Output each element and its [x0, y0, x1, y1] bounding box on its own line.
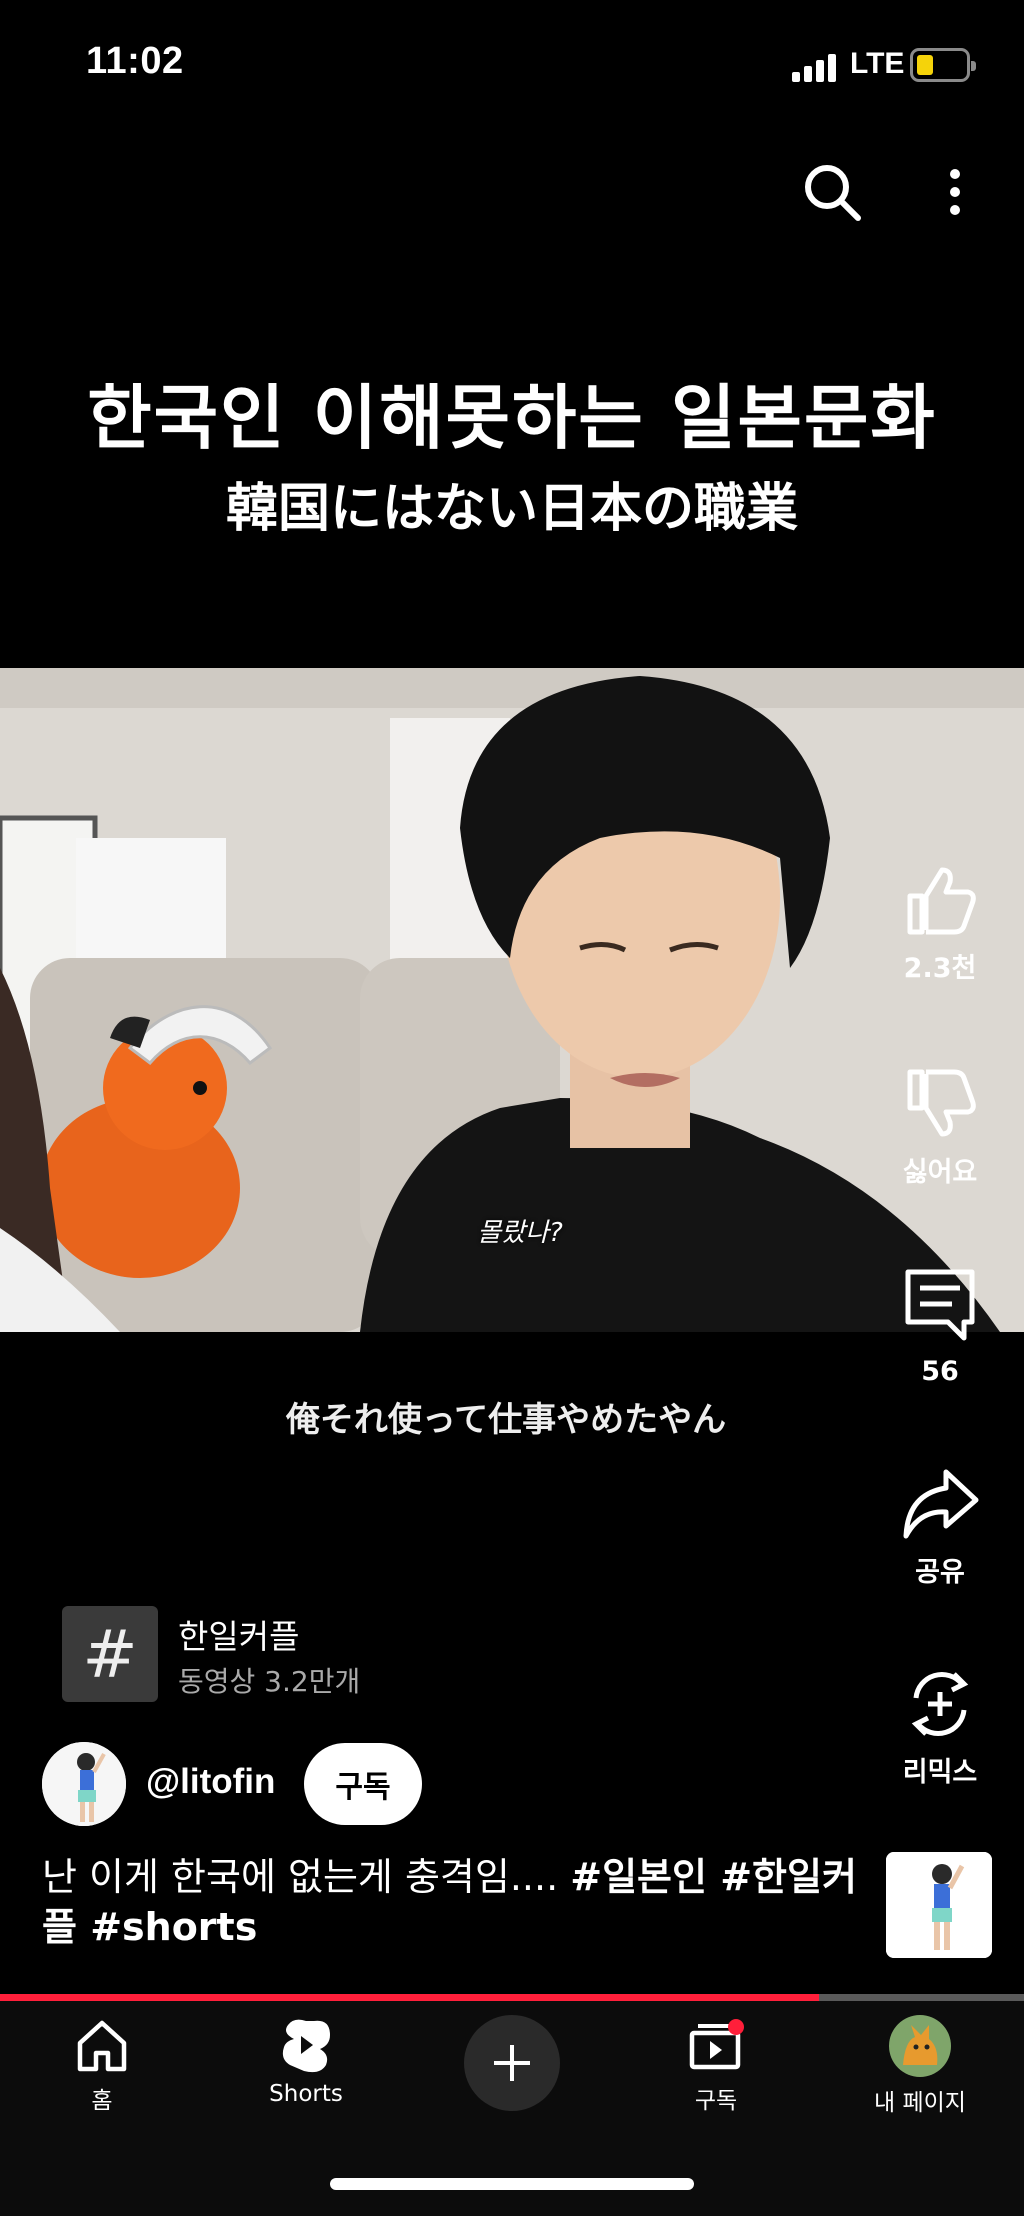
- channel-handle[interactable]: @litofin: [146, 1762, 275, 1802]
- sound-thumbnail[interactable]: [886, 1852, 992, 1958]
- thumbs-down-icon: [907, 1069, 976, 1137]
- hashtag-name[interactable]: 한일커플: [178, 1610, 299, 1658]
- video-subtitle: 俺それ使って仕事やめたやん: [285, 1400, 727, 1440]
- nav-subscriptions[interactable]: 구독: [626, 2015, 806, 2115]
- comment-icon: [905, 1269, 975, 1341]
- in-video-caption: 몰랐나?: [477, 1218, 563, 1248]
- description-text: 난 이게 한국에 없는게 충격임....: [42, 1855, 559, 1899]
- profile-avatar-icon: [889, 2015, 951, 2077]
- network-label: LTE: [850, 47, 905, 80]
- comment-button[interactable]: 56: [880, 1264, 1000, 1387]
- signal-icon: [792, 52, 842, 82]
- nav-my-page-label: 내 페이지: [874, 2090, 966, 2116]
- like-button[interactable]: 2.3천: [880, 860, 1000, 985]
- comment-count: 56: [921, 1356, 959, 1387]
- search-icon[interactable]: [800, 160, 864, 224]
- nav-shorts[interactable]: Shorts: [216, 2015, 396, 2107]
- nav-subscriptions-label: 구독: [694, 2088, 738, 2114]
- like-count: 2.3천: [903, 953, 977, 984]
- more-options-icon[interactable]: [935, 160, 975, 224]
- nav-my-page[interactable]: 내 페이지: [830, 2015, 1010, 2117]
- hashtag-video-count: 동영상 3.2만개: [178, 1665, 361, 1698]
- subscriptions-icon: [689, 2019, 744, 2070]
- video-description[interactable]: 난 이게 한국에 없는게 충격임.... #일본인 #한일커플 #shorts: [42, 1852, 862, 1952]
- thumbs-up-icon: [907, 867, 976, 935]
- dislike-button[interactable]: 싫어요: [880, 1064, 1000, 1189]
- status-bar: 11:02 LTE: [0, 0, 1024, 130]
- nav-home-label: 홈: [91, 2088, 113, 2114]
- plus-icon: [494, 2045, 530, 2081]
- create-button[interactable]: [464, 2015, 560, 2111]
- channel-avatar[interactable]: [42, 1742, 126, 1826]
- battery-icon: [910, 48, 976, 82]
- remix-button[interactable]: 리믹스: [880, 1664, 1000, 1789]
- share-button[interactable]: 공유: [880, 1464, 1000, 1589]
- home-icon: [77, 2020, 127, 2072]
- status-time: 11:02: [86, 40, 184, 82]
- video-title-korean: 한국인 이해못하는 일본문화: [87, 377, 937, 459]
- video-progress-bar[interactable]: [0, 1994, 1024, 2001]
- video-title-japanese: 韓国にはない日本の職業: [225, 479, 798, 539]
- nav-home[interactable]: 홈: [12, 2015, 192, 2115]
- dislike-label: 싫어요: [902, 1157, 978, 1188]
- remix-label: 리믹스: [902, 1757, 978, 1788]
- nav-shorts-label: Shorts: [269, 2081, 343, 2107]
- remix-icon: [911, 1672, 969, 1736]
- subscribe-button[interactable]: 구독: [304, 1743, 422, 1825]
- share-label: 공유: [915, 1557, 965, 1588]
- share-icon: [903, 1469, 979, 1539]
- home-indicator: [330, 2178, 694, 2190]
- hashtag-icon[interactable]: #: [62, 1606, 158, 1702]
- video-progress-fill: [0, 1994, 820, 2001]
- shorts-icon: [282, 2019, 330, 2073]
